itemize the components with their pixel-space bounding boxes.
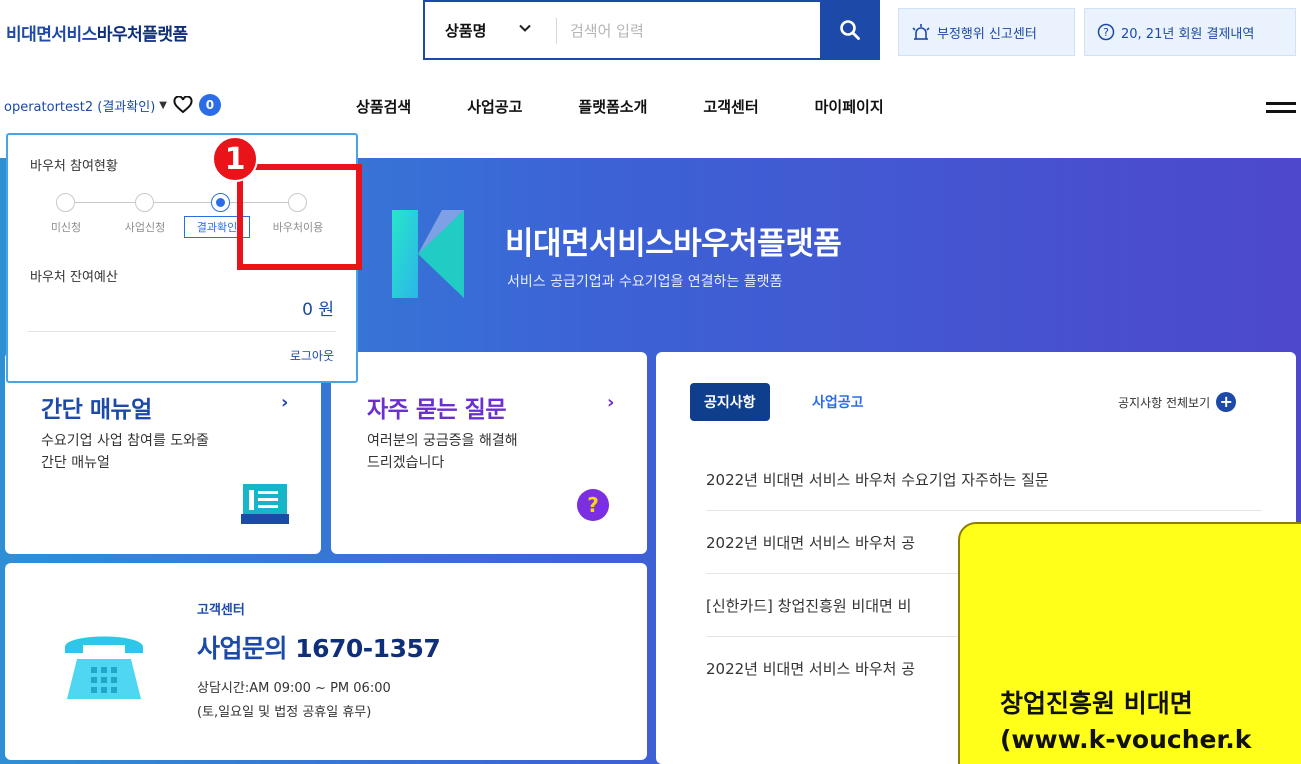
- search-input[interactable]: [570, 16, 810, 46]
- logo-accent-text: 바우처플랫폼: [96, 25, 188, 45]
- user-name: operatortest2 (결과확인): [4, 99, 156, 115]
- telephone-icon: [65, 636, 143, 699]
- chevron-right-icon[interactable]: ›: [281, 392, 288, 413]
- payment-history-label: 20, 21년 회원 결제내역: [1121, 26, 1255, 42]
- logout-link[interactable]: 로그아웃: [290, 347, 334, 364]
- voucher-budget-title: 바우처 잔여예산: [30, 270, 118, 285]
- caret-down-icon[interactable]: ▼: [159, 100, 167, 111]
- book-icon: [241, 484, 289, 524]
- callout-line1: 창업진흥원 비대면: [1000, 689, 1193, 718]
- question-icon: ?: [577, 489, 609, 521]
- annotation-highlight-box: [237, 164, 362, 270]
- support-phone-label: 사업문의: [197, 634, 296, 663]
- menu-icon[interactable]: [1266, 102, 1296, 118]
- support-hours-line2: (토,일요일 및 법정 공휴일 휴무): [197, 705, 372, 721]
- callout-box: 창업진흥원 비대면 (www.k-voucher.k: [958, 522, 1301, 764]
- main-nav: 상품검색 사업공고 플랫폼소개 고객센터 마이페이지: [356, 96, 940, 117]
- faq-desc-line1: 여러분의 궁금증을 해결해: [367, 433, 518, 449]
- step-dot-not-applied: [56, 193, 75, 212]
- siren-icon: [911, 23, 931, 41]
- nav-item-platform-intro[interactable]: 플랫폼소개: [578, 96, 647, 117]
- chevron-down-icon[interactable]: [517, 20, 533, 36]
- faq-card[interactable]: 자주 묻는 질문 › 여러분의 궁금증을 해결해 드리겠습니다 ?: [331, 352, 647, 554]
- search-icon: [840, 20, 860, 40]
- nav-item-mypage[interactable]: 마이페이지: [815, 96, 884, 117]
- manual-desc-line1: 수요기업 사업 참여를 도와줄: [41, 433, 209, 449]
- report-center-label: 부정행위 신고센터: [937, 26, 1037, 42]
- search-category-select[interactable]: 상품명: [445, 20, 486, 41]
- nav-item-business-notice[interactable]: 사업공고: [467, 96, 522, 117]
- voucher-status-title: 바우처 참여현황: [30, 159, 118, 174]
- heart-icon[interactable]: [173, 96, 193, 114]
- notice-item[interactable]: 2022년 비대면 서비스 바우처 수요기업 자주하는 질문: [706, 448, 1262, 511]
- svg-text:?: ?: [1103, 26, 1109, 39]
- support-phone-number: 1670-1357: [295, 634, 441, 663]
- tab-notice[interactable]: 공지사항: [690, 383, 770, 421]
- svg-text:?: ?: [587, 493, 599, 517]
- hero-subtitle: 서비스 공급기업과 수요기업을 연결하는 플랫폼: [507, 274, 783, 290]
- annotation-number-badge: 1: [212, 136, 258, 182]
- notice-view-all-link[interactable]: 공지사항 전체보기 +: [1118, 392, 1237, 412]
- search-divider: [556, 18, 557, 44]
- support-phone[interactable]: 사업문의 1670-1357: [197, 629, 441, 665]
- faq-desc-line2: 드리겠습니다: [367, 455, 445, 472]
- hero-title: 비대면서비스바우처플랫폼: [505, 226, 842, 262]
- step-dot-result: [211, 193, 230, 212]
- question-circle-icon: ?: [1097, 23, 1115, 41]
- site-logo[interactable]: 비대면서비스바우처플랫폼: [6, 20, 188, 45]
- site-header: 비대면서비스바우처플랫폼 상품명 부정행위 신고센터 ? 20, 21년 회원 …: [0, 0, 1301, 70]
- manual-desc-line2: 간단 매뉴얼: [41, 455, 110, 472]
- platform-k-logo-icon: [392, 210, 464, 298]
- customer-support-card: 고객센터 사업문의 1670-1357 상담시간:AM 09:00 ~ PM 0…: [5, 563, 647, 760]
- panel-divider: [28, 331, 336, 332]
- notice-view-all-label: 공지사항 전체보기: [1118, 395, 1211, 410]
- chevron-right-icon[interactable]: ›: [607, 392, 614, 413]
- support-hours-line1: 상담시간:AM 09:00 ~ PM 06:00: [197, 681, 391, 696]
- nav-item-customer-center[interactable]: 고객센터: [703, 96, 758, 117]
- manual-card-desc: 수요기업 사업 참여를 도와줄 간단 매뉴얼: [41, 430, 241, 475]
- callout-text: 창업진흥원 비대면 (www.k-voucher.k: [1000, 686, 1251, 759]
- user-menu[interactable]: operatortest2 (결과확인) ▼ 0: [4, 94, 221, 116]
- support-hours: 상담시간:AM 09:00 ~ PM 06:00 (토,일요일 및 법정 공휴일…: [197, 677, 391, 725]
- faq-card-desc: 여러분의 궁금증을 해결해 드리겠습니다: [367, 430, 567, 475]
- faq-card-title: 자주 묻는 질문: [367, 397, 506, 423]
- support-label: 고객센터: [197, 603, 245, 618]
- logo-main-text: 비대면서비스: [6, 25, 97, 45]
- plus-icon[interactable]: +: [1216, 392, 1237, 412]
- search-box: 상품명: [423, 0, 880, 60]
- search-button[interactable]: [820, 0, 880, 60]
- step-label-not-applied: 미신청: [50, 221, 82, 234]
- step-label-applied: 사업신청: [124, 221, 166, 234]
- tab-business-notice[interactable]: 사업공고: [798, 383, 878, 421]
- callout-line2: (www.k-voucher.k: [1000, 725, 1252, 755]
- wishlist-count-badge: 0: [198, 94, 221, 116]
- voucher-budget-amount: 0 원: [302, 300, 334, 320]
- step-dot-applied: [135, 193, 154, 212]
- payment-history-button[interactable]: ? 20, 21년 회원 결제내역: [1084, 8, 1296, 56]
- report-center-button[interactable]: 부정행위 신고센터: [898, 8, 1075, 56]
- nav-item-product-search[interactable]: 상품검색: [356, 96, 411, 117]
- manual-card-title: 간단 매뉴얼: [41, 397, 152, 423]
